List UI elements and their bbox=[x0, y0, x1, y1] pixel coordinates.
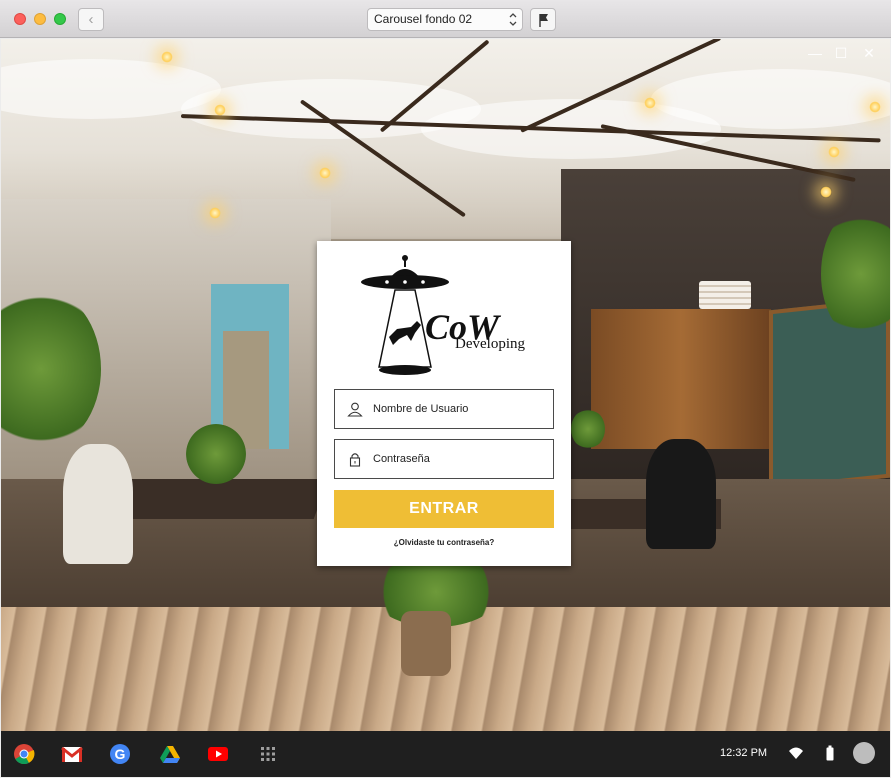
window-titlebar: ‹ Carousel fondo 02 bbox=[0, 0, 891, 38]
svg-text:G: G bbox=[115, 746, 126, 762]
back-button[interactable]: ‹ bbox=[78, 8, 104, 31]
username-field[interactable] bbox=[334, 389, 554, 429]
chrome-icon[interactable] bbox=[13, 743, 35, 765]
document-selector[interactable]: Carousel fondo 02 bbox=[367, 8, 523, 31]
maximize-icon: ☐ bbox=[834, 45, 848, 61]
document-title: Carousel fondo 02 bbox=[374, 12, 473, 26]
login-card: CoW Developing ENTRAR ¿Olvidaste tu cont… bbox=[317, 241, 571, 566]
minimize-window-button[interactable] bbox=[34, 13, 46, 25]
close-icon: ✕ bbox=[863, 45, 875, 61]
brand-tagline: Developing bbox=[455, 336, 525, 352]
drive-icon[interactable] bbox=[159, 743, 181, 765]
apps-grid-icon[interactable] bbox=[257, 743, 279, 765]
close-app-button[interactable]: ✕ bbox=[859, 45, 879, 61]
login-submit-button[interactable]: ENTRAR bbox=[334, 490, 554, 528]
password-input[interactable] bbox=[373, 440, 548, 478]
youtube-icon[interactable] bbox=[207, 743, 229, 765]
chromeos-shelf: G 12:32 PM bbox=[1, 731, 890, 777]
cow-developing-logo: CoW Developing bbox=[361, 255, 525, 375]
google-icon[interactable]: G bbox=[109, 743, 131, 765]
system-clock[interactable]: 12:32 PM bbox=[720, 747, 767, 759]
flag-icon bbox=[539, 14, 548, 27]
user-icon bbox=[347, 402, 363, 417]
password-field[interactable] bbox=[334, 439, 554, 479]
battery-icon[interactable] bbox=[825, 745, 835, 761]
forgot-password-link[interactable]: ¿Olvidaste tu contraseña? bbox=[317, 538, 571, 547]
updown-chevron-icon bbox=[509, 13, 517, 26]
minimize-icon: — bbox=[808, 45, 822, 61]
zoom-window-button[interactable] bbox=[54, 13, 66, 25]
avatar[interactable] bbox=[853, 742, 875, 764]
close-window-button[interactable] bbox=[14, 13, 26, 25]
maximize-app-button[interactable]: ☐ bbox=[831, 45, 851, 61]
minimize-app-button[interactable]: — bbox=[805, 45, 825, 61]
lock-icon bbox=[349, 453, 361, 467]
wifi-icon[interactable] bbox=[788, 745, 804, 761]
gmail-icon[interactable] bbox=[61, 743, 83, 765]
back-icon: ‹ bbox=[88, 11, 94, 28]
username-input[interactable] bbox=[373, 390, 548, 428]
flag-button[interactable] bbox=[530, 8, 556, 31]
